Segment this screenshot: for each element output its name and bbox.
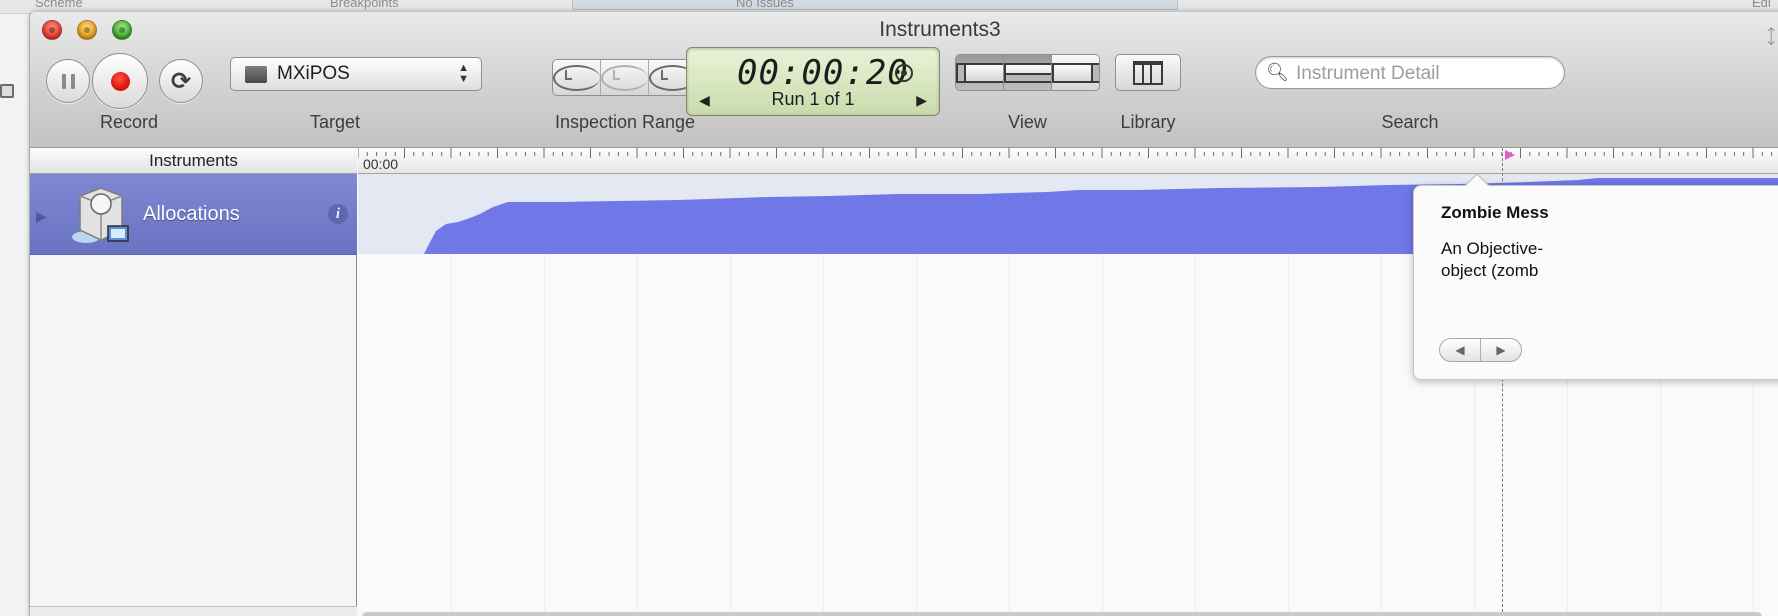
- time-start-label: 00:00: [363, 156, 399, 172]
- zombie-flag-icon[interactable]: [1505, 150, 1515, 160]
- next-run-icon[interactable]: ▶: [916, 92, 927, 109]
- run-indicator: Run 1 of 1: [771, 89, 855, 109]
- record-label: Record: [99, 112, 159, 132]
- edit-label: Edi: [1752, 0, 1771, 10]
- popover-body-line: An Objective-: [1441, 239, 1544, 258]
- view-segmented-control: [955, 54, 1100, 91]
- popover-navigation: ◀ ▶: [1439, 338, 1522, 362]
- document-icon: [0, 84, 14, 98]
- library-label: Library: [1120, 112, 1176, 132]
- window-title: Instruments3: [879, 18, 1001, 41]
- run-timer-display: 00:00:20 ◀ Run 1 of 1 ▶: [686, 47, 940, 116]
- target-popup[interactable]: MXiPOS ▲ ▼: [230, 57, 482, 91]
- record-icon: [110, 71, 130, 91]
- left-pane-icon: [956, 62, 1003, 83]
- loop-button[interactable]: ⟳: [159, 59, 203, 103]
- issues-label: No Issues: [736, 0, 794, 10]
- view-right-pane-button[interactable]: [1052, 55, 1099, 90]
- range-clear-icon: [601, 64, 648, 91]
- track-row-allocations[interactable]: ▶ Allocations i: [30, 174, 357, 255]
- time-ruler[interactable]: 00:00: [358, 148, 1778, 174]
- instruments-header: Instruments: [30, 148, 357, 174]
- screen: Scheme Breakpoints No Issues Edi Instrum…: [0, 0, 1778, 616]
- previous-message-icon[interactable]: ◀: [1440, 339, 1481, 361]
- allocations-instrument-icon: [72, 187, 129, 243]
- inspection-clear-button[interactable]: [601, 60, 649, 95]
- search-placeholder: Instrument Detail: [1296, 63, 1440, 84]
- popover-title: Zombie Mess: [1441, 203, 1549, 222]
- track-label: Allocations: [143, 203, 240, 225]
- popover-body: An Objective- object (zomb: [1441, 238, 1543, 282]
- view-left-pane-button[interactable]: [956, 55, 1004, 90]
- bottom-pane-icon: [1004, 62, 1051, 83]
- inspection-range-control: [552, 59, 697, 96]
- time-target-icon[interactable]: [895, 64, 913, 82]
- timer-value: 00:00:20: [737, 53, 909, 93]
- view-label: View: [1008, 112, 1047, 132]
- search-icon[interactable]: 🔍︎: [1266, 62, 1289, 83]
- instruments-footer: [30, 606, 357, 616]
- toolbar: Instruments3 ⤢ ⟳ Record MXiPOS ▲ ▼ Target: [30, 12, 1778, 148]
- next-message-icon[interactable]: ▶: [1481, 339, 1521, 361]
- view-bottom-pane-button[interactable]: [1004, 55, 1052, 90]
- range-start-icon: [553, 64, 600, 91]
- target-value: MXiPOS: [277, 63, 350, 84]
- popup-arrows-icon: ▲ ▼: [458, 62, 469, 85]
- pause-button[interactable]: [46, 59, 90, 103]
- breakpoints-label: Breakpoints: [330, 0, 399, 10]
- info-icon[interactable]: i: [328, 204, 348, 224]
- popover-body-line: object (zomb: [1441, 261, 1539, 280]
- library-button[interactable]: [1115, 54, 1181, 91]
- device-icon: [245, 66, 267, 83]
- xcode-background-sidebar: [0, 14, 30, 616]
- target-label: Target: [309, 112, 361, 132]
- horizontal-scrollbar[interactable]: [362, 612, 1762, 616]
- loop-icon: ⟳: [170, 67, 192, 95]
- instruments-list: Instruments ▶ Allocations i: [30, 148, 357, 616]
- right-pane-icon: [1052, 62, 1099, 83]
- scheme-label: Scheme: [35, 0, 83, 10]
- disclosure-triangle-icon[interactable]: ▶: [36, 208, 47, 225]
- inspection-start-button[interactable]: [553, 60, 601, 95]
- issues-indicator: [572, 0, 1178, 10]
- pause-icon: [61, 73, 75, 89]
- search-field[interactable]: 🔍︎ Instrument Detail: [1255, 56, 1565, 89]
- library-icon: [1133, 60, 1163, 85]
- ruler-ticks: [358, 148, 1773, 158]
- zombie-message-popover: Zombie Mess An Objective- object (zomb ◀…: [1413, 173, 1778, 380]
- record-button[interactable]: [92, 53, 148, 109]
- search-label: Search: [1381, 112, 1439, 132]
